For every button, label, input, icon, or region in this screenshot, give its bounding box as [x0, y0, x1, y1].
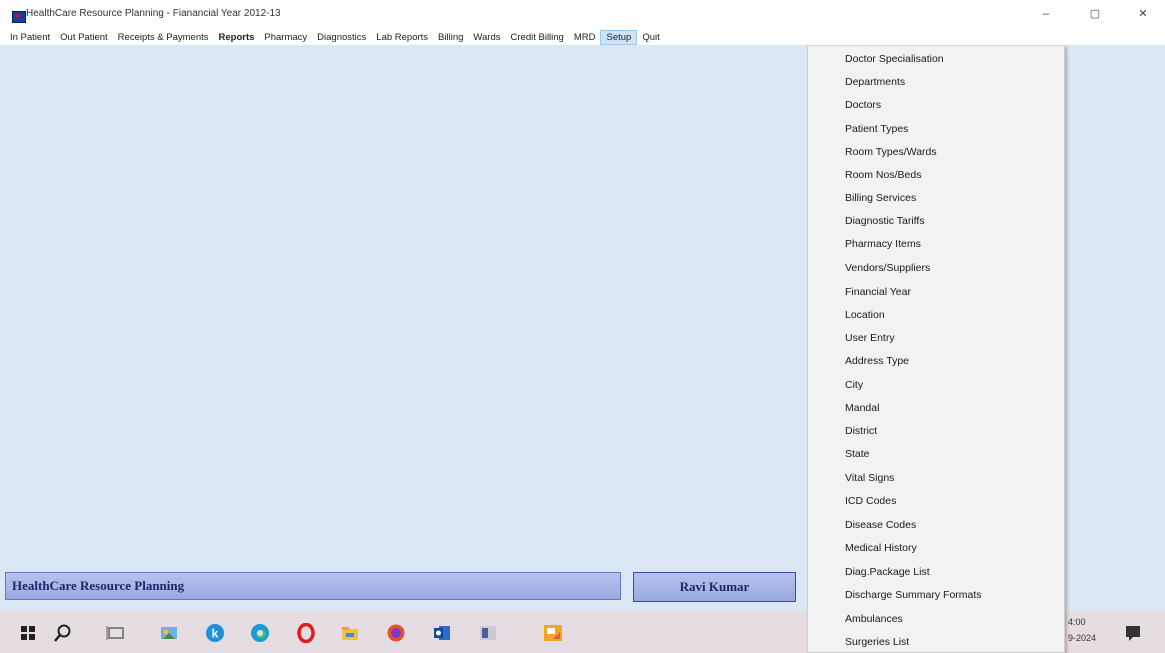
firefox-icon[interactable] — [386, 623, 406, 643]
menu-item-pharmacy-items[interactable]: Pharmacy Items — [845, 238, 921, 250]
menu-quit[interactable]: Quit — [637, 30, 664, 45]
menu-item-discharge-summary-formats[interactable]: Discharge Summary Formats — [845, 589, 982, 601]
app-name-panel: HealthCare Resource Planning — [5, 572, 621, 600]
k-app-icon[interactable]: k — [205, 623, 225, 643]
opera-browser-icon[interactable] — [296, 623, 316, 643]
menu-item-state[interactable]: State — [845, 448, 870, 460]
title-bar: HealthCare Resource Planning - Fianancia… — [0, 0, 1165, 30]
menu-credit-billing[interactable]: Credit Billing — [506, 30, 569, 45]
setup-dropdown-menu: Doctor Specialisation Departments Doctor… — [807, 45, 1065, 653]
window-title: HealthCare Resource Planning - Fianancia… — [26, 8, 281, 19]
presentation-app-icon[interactable] — [543, 623, 563, 643]
menu-item-mandal[interactable]: Mandal — [845, 402, 879, 414]
menu-item-diag-package-list[interactable]: Diag.Package List — [845, 566, 930, 578]
menu-item-surgeries-list[interactable]: Surgeries List — [845, 636, 909, 648]
close-button[interactable]: ✕ — [1128, 6, 1158, 22]
menu-reports[interactable]: Reports — [214, 30, 260, 45]
menu-out-patient[interactable]: Out Patient — [55, 30, 113, 45]
menu-item-address-type[interactable]: Address Type — [845, 355, 909, 367]
windows-start-icon[interactable] — [18, 623, 38, 643]
menu-item-billing-services[interactable]: Billing Services — [845, 192, 916, 204]
edge-browser-icon[interactable] — [250, 623, 270, 643]
menu-item-diagnostic-tariffs[interactable]: Diagnostic Tariffs — [845, 215, 925, 227]
menu-item-ambulances[interactable]: Ambulances — [845, 613, 903, 625]
menu-item-user-entry[interactable]: User Entry — [845, 332, 895, 344]
menu-mrd[interactable]: MRD — [569, 30, 601, 45]
menu-item-icd-codes[interactable]: ICD Codes — [845, 495, 896, 507]
menu-item-city[interactable]: City — [845, 379, 863, 391]
menu-pharmacy[interactable]: Pharmacy — [259, 30, 312, 45]
menu-item-departments[interactable]: Departments — [845, 76, 905, 88]
menu-receipts-payments[interactable]: Receipts & Payments — [113, 30, 214, 45]
menu-item-doctors[interactable]: Doctors — [845, 99, 881, 111]
search-icon[interactable] — [53, 623, 73, 643]
menu-item-patient-types[interactable]: Patient Types — [845, 123, 908, 135]
menu-diagnostics[interactable]: Diagnostics — [312, 30, 371, 45]
menu-item-financial-year[interactable]: Financial Year — [845, 286, 911, 298]
minimize-button[interactable]: – — [1031, 6, 1061, 22]
menu-item-location[interactable]: Location — [845, 309, 885, 321]
menu-item-district[interactable]: District — [845, 425, 877, 437]
menu-item-doctor-specialisation[interactable]: Doctor Specialisation — [845, 53, 944, 65]
file-explorer-icon[interactable] — [340, 623, 360, 643]
user-name-panel: Ravi Kumar — [633, 572, 796, 602]
task-view-icon[interactable] — [106, 623, 126, 643]
photos-app-icon[interactable] — [159, 623, 179, 643]
clock-date[interactable]: 9-2024 — [1068, 632, 1096, 644]
menu-item-room-nos-beds[interactable]: Room Nos/Beds — [845, 169, 921, 181]
menu-item-medical-history[interactable]: Medical History — [845, 542, 917, 554]
menu-in-patient[interactable]: In Patient — [0, 30, 55, 45]
menu-lab-reports[interactable]: Lab Reports — [371, 30, 433, 45]
menu-wards[interactable]: Wards — [468, 30, 505, 45]
menu-item-vendors-suppliers[interactable]: Vendors/Suppliers — [845, 262, 930, 274]
menu-item-room-types-wards[interactable]: Room Types/Wards — [845, 146, 937, 158]
clock-time[interactable]: 4:00 — [1068, 616, 1086, 628]
menu-setup[interactable]: Setup — [600, 30, 638, 45]
outlook-icon[interactable] — [432, 623, 452, 643]
menu-billing[interactable]: Billing — [433, 30, 468, 45]
app-window-icon[interactable] — [478, 623, 498, 643]
maximize-button[interactable]: ▢ — [1080, 6, 1110, 22]
menu-bar: In Patient Out Patient Receipts & Paymen… — [0, 30, 1165, 45]
menu-item-vital-signs[interactable]: Vital Signs — [845, 472, 894, 484]
app-icon — [12, 11, 26, 23]
menu-item-disease-codes[interactable]: Disease Codes — [845, 519, 916, 531]
notifications-icon[interactable] — [1123, 623, 1143, 643]
svg-text:k: k — [212, 627, 219, 641]
